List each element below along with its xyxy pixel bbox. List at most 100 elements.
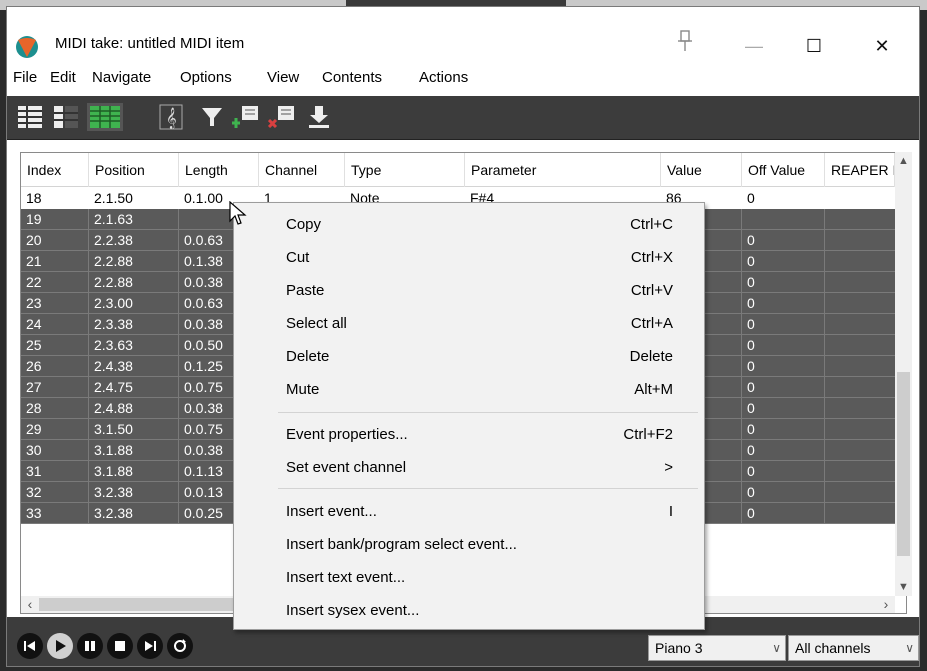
cell-off-value: 0 — [742, 419, 825, 440]
table-header: Index Position Length Channel Type Param… — [21, 153, 906, 187]
pin-icon[interactable] — [675, 29, 697, 55]
cell-index: 19 — [21, 209, 89, 230]
cell-position: 2.1.63 — [89, 209, 179, 230]
stop-icon[interactable] — [107, 633, 133, 659]
vertical-scrollbar[interactable]: ▲ ▼ — [895, 152, 912, 596]
filter-icon[interactable] — [199, 103, 225, 131]
cell-off-value: 0 — [742, 482, 825, 503]
col-length[interactable]: Length — [179, 153, 259, 187]
toolbar: 𝄞 — [7, 96, 919, 140]
menu-edit[interactable]: Edit — [50, 69, 76, 86]
reaper-logo-icon — [16, 36, 38, 58]
menu-item-shortcut: Ctrl+A — [630, 315, 673, 332]
menu-item-label: Paste — [286, 282, 325, 299]
cell-off-value: 0 — [742, 461, 825, 482]
scroll-down-arrow-icon[interactable]: ▼ — [895, 578, 912, 596]
menu-item-insert-event[interactable]: Insert event... I — [234, 496, 704, 529]
menu-navigate[interactable]: Navigate — [92, 69, 151, 86]
cell-position: 2.2.88 — [89, 251, 179, 272]
insert-event-icon[interactable] — [231, 103, 261, 131]
play-icon[interactable] — [47, 633, 73, 659]
repeat-icon[interactable] — [167, 633, 193, 659]
cell-index: 28 — [21, 398, 89, 419]
menu-contents[interactable]: Contents — [322, 69, 382, 86]
download-arrow-icon[interactable] — [305, 103, 333, 131]
context-menu: Copy Ctrl+C Cut Ctrl+X Paste Ctrl+V Select all… — [233, 202, 705, 630]
menu-item-copy[interactable]: Copy Ctrl+C — [234, 209, 704, 242]
menu-item-delete[interactable]: Delete Delete — [234, 341, 704, 374]
menu-item-shortcut: > — [664, 459, 673, 476]
cell-position: 3.1.88 — [89, 440, 179, 461]
menu-item-shortcut: Ctrl+V — [630, 282, 673, 299]
cell-index: 24 — [21, 314, 89, 335]
menu-item-insert-sysex-event[interactable]: Insert sysex event... — [234, 595, 704, 628]
scroll-up-arrow-icon[interactable]: ▲ — [895, 152, 912, 170]
menu-item-select-all[interactable]: Select all Ctrl+A — [234, 308, 704, 341]
col-type[interactable]: Type — [345, 153, 465, 187]
instrument-select-value: Piano 3 — [655, 640, 703, 656]
delete-event-icon[interactable] — [267, 103, 297, 131]
menu-item-event-properties[interactable]: Event properties... Ctrl+F2 — [234, 419, 704, 452]
col-index[interactable]: Index — [21, 153, 89, 187]
channel-filter-value: All channels — [795, 640, 871, 656]
chevron-down-icon: ∨ — [772, 641, 781, 655]
col-off-value[interactable]: Off Value — [742, 153, 825, 187]
cell-off-value: 0 — [742, 440, 825, 461]
menu-item-cut[interactable]: Cut Ctrl+X — [234, 242, 704, 275]
col-parameter[interactable]: Parameter — [465, 153, 661, 187]
go-to-start-icon[interactable] — [17, 633, 43, 659]
cell-index: 32 — [21, 482, 89, 503]
cell-position: 2.4.75 — [89, 377, 179, 398]
minimize-button[interactable]: — — [731, 31, 777, 61]
cell-index: 25 — [21, 335, 89, 356]
menu-item-shortcut: Alt+M — [634, 381, 673, 398]
menu-separator — [278, 488, 698, 489]
cell-index: 22 — [21, 272, 89, 293]
svg-text:𝄞: 𝄞 — [166, 108, 177, 129]
col-position[interactable]: Position — [89, 153, 179, 187]
piano-roll-view-icon[interactable] — [15, 103, 45, 131]
menu-file[interactable]: File — [13, 69, 37, 86]
menu-view[interactable]: View — [267, 69, 299, 86]
menu-item-insert-bank-program-event[interactable]: Insert bank/program select event... — [234, 529, 704, 562]
menu-item-shortcut: I — [668, 503, 673, 520]
menu-item-set-event-channel[interactable]: Set event channel > — [234, 452, 704, 485]
menu-item-label: Event properties... — [286, 426, 408, 443]
menu-item-shortcut: Ctrl+C — [630, 216, 673, 233]
scroll-left-arrow-icon[interactable]: ‹ — [21, 596, 39, 613]
pause-icon[interactable] — [77, 633, 103, 659]
cell-index: 20 — [21, 230, 89, 251]
menu-item-shortcut: Ctrl+X — [630, 249, 673, 266]
menu-item-label: Copy — [286, 216, 322, 233]
menu-item-insert-text-event[interactable]: Insert text event... — [234, 562, 704, 595]
cell-index: 26 — [21, 356, 89, 377]
col-value[interactable]: Value — [661, 153, 742, 187]
cell-position: 2.3.38 — [89, 314, 179, 335]
menu-options[interactable]: Options — [180, 69, 232, 86]
vertical-scroll-thumb[interactable] — [897, 372, 910, 556]
col-reaper[interactable]: REAPER I — [825, 153, 895, 187]
horizontal-scroll-thumb[interactable] — [39, 598, 259, 611]
cell-off-value: 0 — [742, 335, 825, 356]
menu-item-mute[interactable]: Mute Alt+M — [234, 374, 704, 407]
maximize-button[interactable]: ☐ — [791, 31, 837, 61]
event-list-view-icon[interactable] — [87, 103, 123, 131]
cell-position: 2.2.88 — [89, 272, 179, 293]
menu-item-paste[interactable]: Paste Ctrl+V — [234, 275, 704, 308]
scroll-right-arrow-icon[interactable]: › — [877, 596, 895, 613]
go-to-end-icon[interactable] — [137, 633, 163, 659]
channel-filter-select[interactable]: All channels ∨ — [788, 635, 919, 661]
cell-position: 3.2.38 — [89, 482, 179, 503]
cell-off-value: 0 — [742, 503, 825, 524]
named-notes-view-icon[interactable] — [51, 103, 81, 131]
cell-off-value: 0 — [742, 251, 825, 272]
col-channel[interactable]: Channel — [259, 153, 345, 187]
close-button[interactable]: ✕ — [859, 31, 905, 61]
menu-actions[interactable]: Actions — [419, 69, 468, 86]
menu-item-label: Set event channel — [286, 459, 407, 476]
instrument-select[interactable]: Piano 3 ∨ — [648, 635, 786, 661]
cell-position: 2.3.63 — [89, 335, 179, 356]
notation-view-icon[interactable]: 𝄞 — [157, 103, 185, 131]
cell-index: 31 — [21, 461, 89, 482]
menu-item-label: Insert bank/program select event... — [286, 536, 517, 553]
